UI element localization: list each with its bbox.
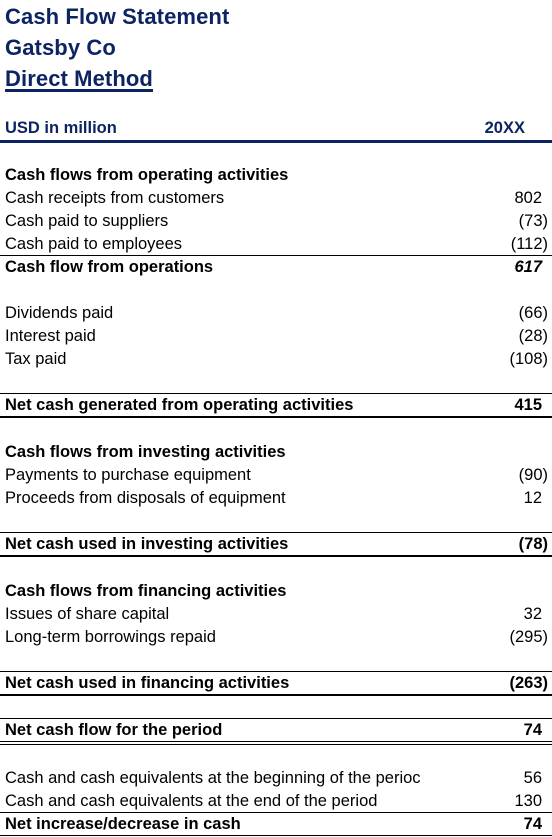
investing-total-row: Net cash used in investing activities (7… — [0, 533, 552, 556]
table-row: Cash paid to suppliers (73) — [0, 210, 552, 233]
operations-subtotal-row: Cash flow from operations 617 — [0, 256, 552, 279]
row-label: Long-term borrowings repaid — [5, 628, 216, 646]
row-value: 12 — [523, 489, 542, 507]
row-value: 74 — [523, 721, 542, 739]
section-heading: Cash flows from operating activities — [5, 166, 289, 184]
net-cash-flow-row: Net cash flow for the period 74 — [0, 719, 552, 742]
table-row: Proceeds from disposals of equipment 12 — [0, 487, 552, 510]
statement-title: Cash Flow Statement — [5, 4, 230, 29]
row-label: Net cash used in financing activities — [5, 674, 290, 692]
row-label: Net cash generated from operating activi… — [5, 396, 354, 414]
method-title: Direct Method — [5, 66, 153, 91]
double-underline-bottom — [0, 744, 552, 745]
column-header-row: USD in million 20XX — [0, 117, 552, 140]
table-row: Cash paid to employees (112) — [0, 233, 552, 256]
row-value: (295) — [509, 628, 548, 646]
table-row: Cash and cash equivalents at the beginni… — [0, 767, 552, 790]
row-label: Cash paid to employees — [5, 235, 183, 253]
row-value: 802 — [514, 189, 542, 207]
row-label: Cash flow from operations — [5, 258, 214, 276]
row-label: Cash and cash equivalents at the beginni… — [5, 769, 421, 787]
row-value: (112) — [510, 235, 548, 253]
divider — [0, 416, 552, 418]
divider — [0, 694, 552, 696]
row-value: (78) — [518, 535, 548, 553]
row-value: 32 — [523, 605, 542, 623]
row-label: Issues of share capital — [5, 605, 170, 623]
row-label: Interest paid — [5, 327, 96, 345]
double-underline-top — [0, 741, 552, 742]
row-label: Cash and cash equivalents at the end of … — [5, 792, 378, 810]
table-row: Cash receipts from customers 802 — [0, 187, 552, 210]
row-label: Net increase/decrease in cash — [5, 815, 241, 833]
row-label: Cash paid to suppliers — [5, 212, 169, 230]
period-label: 20XX — [484, 119, 525, 137]
table-row: Issues of share capital 32 — [0, 603, 552, 626]
row-label: Net cash used in investing activities — [5, 535, 289, 553]
operating-heading: Cash flows from operating activities — [0, 164, 552, 187]
row-label: Net cash flow for the period — [5, 721, 223, 739]
row-value: 56 — [523, 769, 542, 787]
table-row: Tax paid (108) — [0, 348, 552, 371]
row-value: (90) — [518, 466, 548, 484]
row-value: (108) — [509, 350, 548, 368]
investing-heading: Cash flows from investing activities — [0, 441, 552, 464]
section-heading: Cash flows from investing activities — [5, 443, 286, 461]
row-value: 415 — [514, 396, 542, 414]
divider — [0, 835, 552, 836]
row-value: (66) — [518, 304, 548, 322]
row-label: Proceeds from disposals of equipment — [5, 489, 286, 507]
row-value: 617 — [514, 258, 542, 276]
table-row: Long-term borrowings repaid (295) — [0, 626, 552, 649]
row-value: 130 — [514, 792, 542, 810]
row-label: Tax paid — [5, 350, 67, 368]
currency-label: USD in million — [5, 119, 117, 137]
net-increase-row: Net increase/decrease in cash 74 — [0, 813, 552, 836]
row-value: 74 — [523, 815, 542, 833]
company-name: Gatsby Co — [5, 35, 116, 60]
financing-total-row: Net cash used in financing activities (2… — [0, 672, 552, 695]
table-row: Payments to purchase equipment (90) — [0, 464, 552, 487]
financing-heading: Cash flows from financing activities — [0, 580, 552, 603]
section-heading: Cash flows from financing activities — [5, 582, 287, 600]
table-row: Interest paid (28) — [0, 325, 552, 348]
divider — [0, 555, 552, 557]
row-label: Payments to purchase equipment — [5, 466, 251, 484]
row-label: Cash receipts from customers — [5, 189, 225, 207]
table-row: Cash and cash equivalents at the end of … — [0, 790, 552, 813]
row-value: (28) — [518, 327, 548, 345]
row-value: (263) — [509, 674, 548, 692]
operating-total-row: Net cash generated from operating activi… — [0, 394, 552, 417]
row-value: (73) — [518, 212, 548, 230]
row-label: Dividends paid — [5, 304, 114, 322]
header-divider — [0, 140, 552, 143]
table-row: Dividends paid (66) — [0, 302, 552, 325]
